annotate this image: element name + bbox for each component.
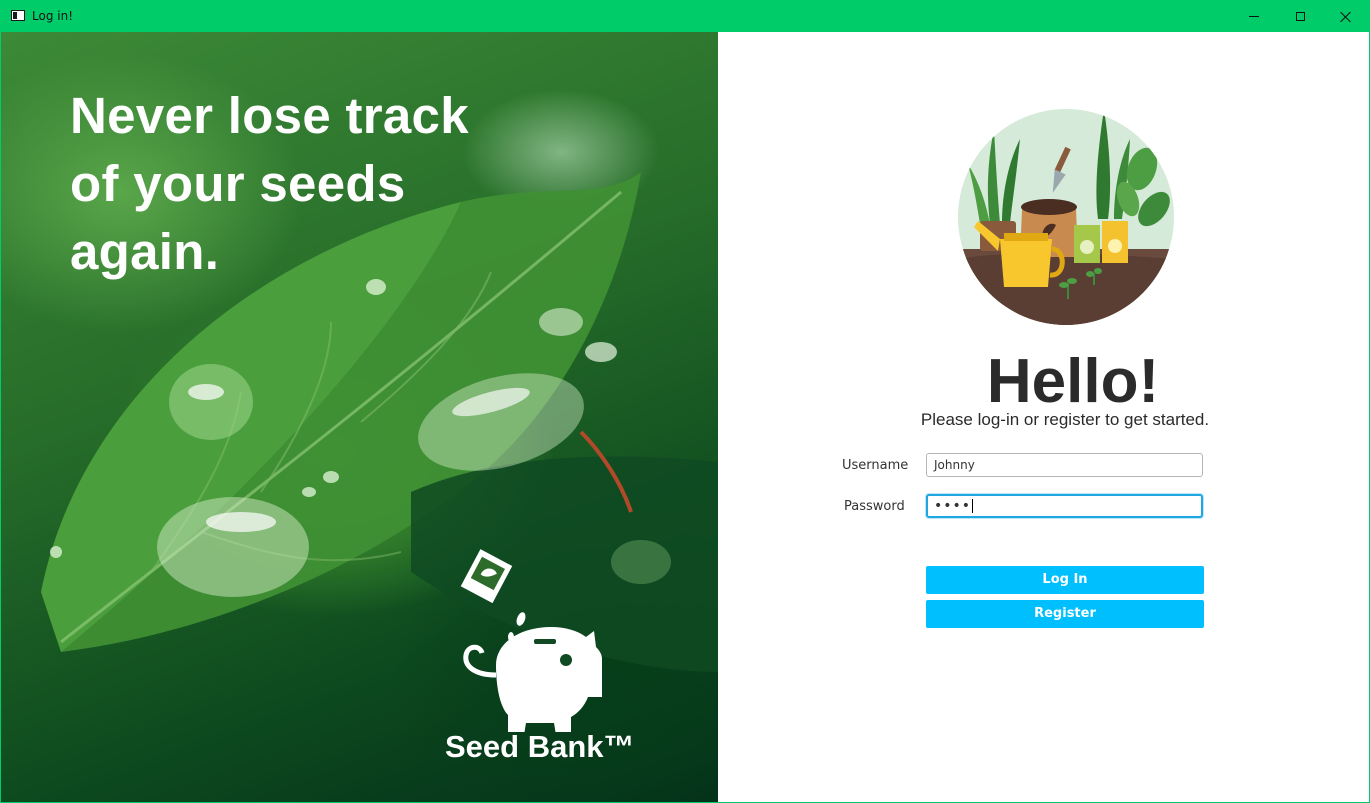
headline-line-2: of your seeds [70,155,406,212]
window-app-icon [11,10,25,21]
password-masked-value: •••• [934,498,972,514]
title-bar[interactable]: Log in! [1,1,1369,32]
username-field[interactable]: Johnny [926,453,1203,477]
password-field[interactable]: •••• [926,494,1203,518]
register-button[interactable]: Register [926,600,1204,628]
greeting-subtitle: Please log-in or register to get started… [920,410,1210,429]
minimize-icon [1249,16,1259,17]
window-title: Log in! [32,9,73,23]
login-button[interactable]: Log In [926,566,1204,594]
text-caret [972,499,974,513]
close-icon [1340,11,1352,23]
brand-name: Seed Bank™ [445,729,635,764]
maximize-button[interactable] [1277,1,1323,32]
headline-line-1: Never lose track [70,87,469,144]
maximize-icon [1295,12,1305,21]
hero-headline: Never lose track of your seeds again. [70,82,530,286]
piggy-bank-seed-packet-icon [460,549,602,732]
password-label: Password [844,499,905,514]
greeting-heading: Hello! [986,347,1160,416]
hero-panel: Never lose track of your seeds again. Se… [1,32,718,802]
close-button[interactable] [1323,1,1369,32]
headline-line-3: again. [70,223,220,280]
minimize-button[interactable] [1231,1,1277,32]
garden-illustration [958,109,1174,325]
username-label: Username [842,458,909,473]
login-panel: Hello! Please log-in or register to get … [718,32,1369,802]
login-window: Log in! Never lose track of your seeds a… [0,0,1370,803]
